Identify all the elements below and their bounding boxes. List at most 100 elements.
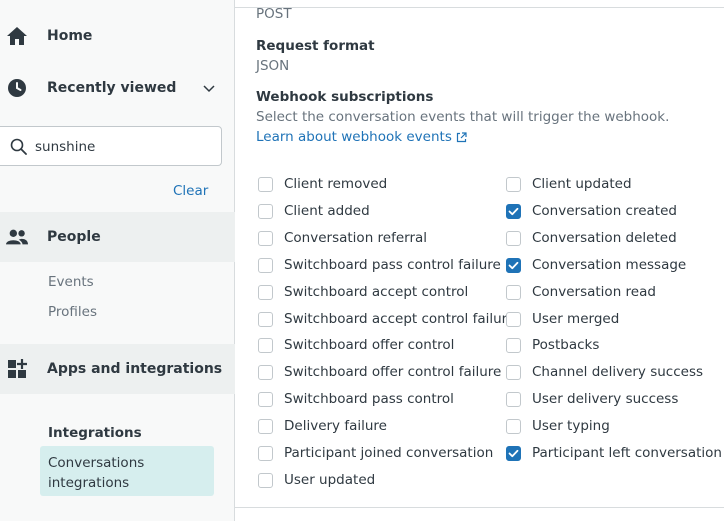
- event-checkbox-row[interactable]: Client updated: [506, 174, 632, 194]
- checkbox[interactable]: [506, 337, 521, 353]
- people-icon: [6, 226, 28, 248]
- nav-people[interactable]: People: [0, 212, 235, 262]
- event-label: Switchboard pass control: [284, 391, 454, 407]
- checkbox[interactable]: [506, 284, 521, 300]
- event-label: Conversation message: [532, 257, 687, 273]
- event-checkbox-row[interactable]: Client added: [258, 201, 370, 221]
- event-checkbox-row[interactable]: Participant joined conversation: [258, 443, 493, 463]
- event-checkbox-row[interactable]: Conversation deleted: [506, 228, 677, 248]
- nav-recently-viewed[interactable]: Recently viewed: [0, 63, 235, 113]
- event-checkbox-row[interactable]: Conversation created: [506, 201, 677, 221]
- event-label: User merged: [532, 311, 620, 327]
- event-label: Client updated: [532, 176, 632, 192]
- event-checkbox-row[interactable]: User delivery success: [506, 389, 678, 409]
- checkbox[interactable]: [506, 418, 521, 434]
- nav-profiles[interactable]: Profiles: [48, 304, 97, 320]
- event-checkbox-row[interactable]: User typing: [506, 416, 610, 436]
- learn-link-label: Learn about webhook events: [256, 129, 452, 145]
- event-label: Postbacks: [532, 337, 600, 353]
- event-checkbox-row[interactable]: Conversation read: [506, 282, 656, 302]
- checkbox[interactable]: [258, 364, 273, 380]
- event-label: Switchboard offer control: [284, 337, 455, 353]
- request-format-value: JSON: [256, 58, 290, 74]
- checkbox[interactable]: [258, 337, 273, 353]
- event-checkbox-row[interactable]: Switchboard pass control: [258, 389, 454, 409]
- apps-icon: [6, 358, 28, 380]
- check-icon: [508, 207, 519, 215]
- request-format-label: Request format: [256, 38, 375, 54]
- event-checkbox-row[interactable]: Switchboard pass control failure: [258, 255, 501, 275]
- subscriptions-label: Webhook subscriptions: [256, 89, 434, 105]
- nav-conversations-integrations[interactable]: Conversations integrations: [40, 446, 214, 496]
- event-label: Participant joined conversation: [284, 445, 494, 461]
- nav-events[interactable]: Events: [48, 274, 94, 290]
- search-icon: [10, 138, 27, 155]
- checkbox[interactable]: [258, 391, 273, 407]
- event-checkbox-row[interactable]: Conversation referral: [258, 228, 427, 248]
- checkbox-checked[interactable]: [506, 257, 521, 273]
- event-checkbox-row[interactable]: Postbacks: [506, 335, 599, 355]
- event-checkbox-row[interactable]: Channel delivery success: [506, 362, 703, 382]
- checkbox[interactable]: [258, 257, 273, 273]
- event-label: Participant left conversation: [532, 445, 722, 461]
- checkbox[interactable]: [506, 176, 521, 192]
- search-box: [0, 126, 222, 166]
- event-label: Client removed: [284, 176, 388, 192]
- checkbox[interactable]: [258, 284, 273, 300]
- nav-apps-integrations[interactable]: Apps and integrations: [0, 344, 235, 394]
- event-label: Client added: [284, 203, 370, 219]
- sidebar: Home Recently viewed Clear People Events…: [0, 0, 235, 521]
- event-checkbox-row[interactable]: Switchboard offer control: [258, 335, 454, 355]
- clock-icon: [6, 77, 28, 99]
- event-label: Switchboard offer control failure: [284, 364, 502, 380]
- checkbox[interactable]: [506, 311, 521, 327]
- nav-apps-label: Apps and integrations: [47, 361, 223, 377]
- event-checkbox-row[interactable]: Switchboard accept control: [258, 282, 468, 302]
- checkbox-checked[interactable]: [506, 203, 521, 219]
- event-checkbox-row[interactable]: Delivery failure: [258, 416, 387, 436]
- event-label: User updated: [284, 472, 376, 488]
- event-checkbox-row[interactable]: User updated: [258, 470, 375, 490]
- event-checkbox-row[interactable]: Switchboard accept control failure: [258, 309, 515, 329]
- nav-people-label: People: [47, 229, 101, 245]
- event-label: Switchboard pass control failure: [284, 257, 501, 273]
- divider: [235, 507, 724, 508]
- event-label: Conversation deleted: [532, 230, 677, 246]
- checkbox[interactable]: [258, 203, 273, 219]
- event-label: Conversation created: [532, 203, 677, 219]
- clear-search-link[interactable]: Clear: [173, 183, 208, 199]
- event-checkbox-row[interactable]: Participant left conversation: [506, 443, 722, 463]
- chevron-down-icon[interactable]: [202, 81, 216, 95]
- search-input[interactable]: [35, 136, 215, 158]
- nav-home[interactable]: Home: [0, 11, 235, 61]
- nav-recent-label: Recently viewed: [47, 80, 177, 96]
- checkbox[interactable]: [506, 391, 521, 407]
- event-label: Switchboard accept control failure: [284, 311, 516, 327]
- event-checkbox-row[interactable]: User merged: [506, 309, 619, 329]
- event-label: User delivery success: [532, 391, 679, 407]
- checkbox[interactable]: [258, 418, 273, 434]
- check-icon: [508, 449, 519, 457]
- event-label: Channel delivery success: [532, 364, 704, 380]
- event-checkbox-row[interactable]: Switchboard offer control failure: [258, 362, 501, 382]
- checkbox[interactable]: [506, 364, 521, 380]
- integrations-heading: Integrations: [48, 425, 142, 441]
- event-label: Delivery failure: [284, 418, 387, 434]
- checkbox[interactable]: [506, 230, 521, 246]
- checkbox-checked[interactable]: [506, 445, 521, 461]
- home-icon: [6, 25, 28, 47]
- external-link-icon: [456, 131, 467, 142]
- checkbox[interactable]: [258, 472, 273, 488]
- checkbox[interactable]: [258, 445, 273, 461]
- method-value: POST: [256, 6, 292, 22]
- event-checkbox-row[interactable]: Conversation message: [506, 255, 686, 275]
- checkbox[interactable]: [258, 311, 273, 327]
- event-label: User typing: [532, 418, 610, 434]
- main-content: POST Request format JSON Webhook subscri…: [235, 0, 724, 521]
- event-label: Conversation referral: [284, 230, 428, 246]
- event-label: Switchboard accept control: [284, 284, 469, 300]
- checkbox[interactable]: [258, 230, 273, 246]
- checkbox[interactable]: [258, 176, 273, 192]
- learn-webhook-events-link[interactable]: Learn about webhook events: [256, 129, 467, 145]
- event-checkbox-row[interactable]: Client removed: [258, 174, 387, 194]
